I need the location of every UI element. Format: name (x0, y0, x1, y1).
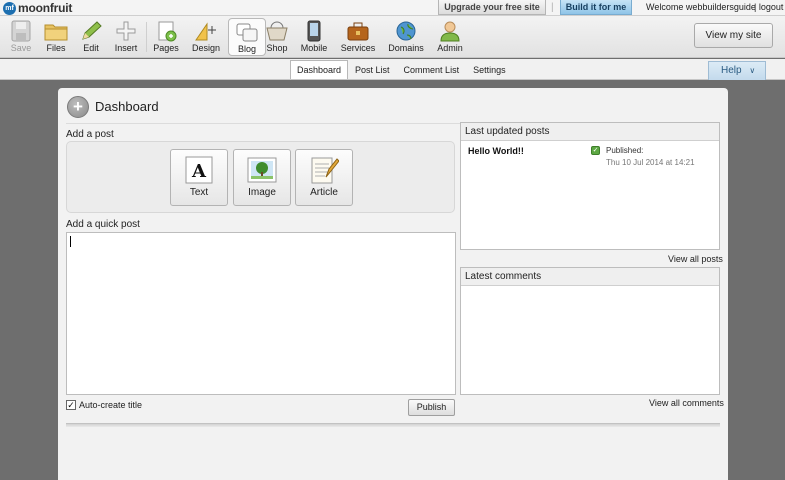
build-it-for-me-button[interactable]: Build it for me (560, 0, 632, 15)
page-title: Dashboard (95, 99, 159, 114)
services-label: Services (340, 43, 376, 53)
last-updated-posts-header: Last updated posts (461, 123, 719, 141)
text-post-label: Text (189, 187, 209, 198)
tab-dashboard[interactable]: Dashboard (290, 60, 349, 79)
pages-label: Pages (153, 43, 179, 53)
quick-post-heading: Add a quick post (66, 219, 140, 230)
moonfruit-logo[interactable]: mf moonfruit (3, 1, 72, 15)
edit-label: Edit (83, 43, 99, 53)
text-document-icon: A (185, 156, 213, 184)
pages-icon (158, 21, 177, 42)
last-updated-posts-box: Last updated posts Hello World!! ✓ Publi… (460, 122, 720, 250)
insert-label: Insert (114, 43, 138, 53)
image-icon (247, 157, 277, 183)
toolbox-icon (347, 22, 369, 41)
quick-post-textarea[interactable] (66, 232, 456, 395)
mobile-label: Mobile (300, 43, 328, 53)
add-image-post-button[interactable]: Image (233, 149, 291, 206)
view-my-site-button[interactable]: View my site (694, 23, 773, 48)
logo-text: moonfruit (18, 1, 73, 15)
view-all-comments-link[interactable]: View all comments (649, 398, 724, 408)
chevron-down-icon: ∨ (749, 66, 756, 75)
plus-icon (116, 21, 136, 41)
logout-link[interactable]: | logout (754, 2, 783, 12)
view-all-posts-link[interactable]: View all posts (668, 254, 723, 264)
pages-button[interactable]: Pages (147, 18, 185, 56)
latest-comments-header: Latest comments (461, 268, 719, 286)
image-post-label: Image (248, 187, 276, 198)
folder-icon (44, 24, 68, 41)
shop-button[interactable]: Shop (258, 18, 296, 56)
published-date: Thu 10 Jul 2014 at 14:21 (606, 158, 695, 167)
publish-button[interactable]: Publish (408, 399, 455, 416)
tab-comment-list[interactable]: Comment List (397, 60, 467, 79)
shop-basket-icon (266, 21, 288, 41)
add-text-post-button[interactable]: A Text (170, 149, 228, 206)
add-post-box: A Text Image Article (66, 141, 455, 213)
article-post-label: Article (310, 187, 338, 198)
help-button[interactable]: Help ∨ (708, 61, 766, 80)
save-icon (11, 20, 31, 42)
admin-label: Admin (437, 43, 463, 53)
mobile-phone-icon (307, 20, 321, 42)
shop-label: Shop (266, 43, 288, 53)
topbar-separator: | (551, 2, 554, 13)
mobile-button[interactable]: Mobile (295, 18, 333, 56)
edit-button[interactable]: Edit (72, 18, 110, 56)
save-button[interactable]: Save (2, 18, 40, 56)
latest-comments-box: Latest comments (460, 267, 720, 395)
blog-icon (236, 23, 258, 42)
save-label: Save (10, 43, 32, 53)
domains-button[interactable]: Domains (387, 18, 425, 56)
published-check-icon: ✓ (591, 146, 600, 155)
auto-create-title-label: Auto-create title (79, 400, 143, 410)
design-button[interactable]: Design (187, 18, 225, 56)
pencil-icon (82, 21, 102, 40)
logo-mark-icon: mf (3, 1, 16, 15)
blog-tabs: Dashboard Post List Comment List Setting… (290, 60, 513, 79)
tab-post-list[interactable]: Post List (348, 60, 397, 79)
add-post-heading: Add a post (66, 129, 114, 140)
add-article-post-button[interactable]: Article (295, 149, 353, 206)
top-bar: mf moonfruit Upgrade your free site | Bu… (0, 0, 785, 16)
article-icon (311, 157, 339, 184)
auto-create-title-row[interactable]: ✓ Auto-create title (66, 400, 142, 410)
admin-button[interactable]: Admin (431, 18, 469, 56)
files-label: Files (46, 43, 66, 53)
files-button[interactable]: Files (37, 18, 75, 56)
services-button[interactable]: Services (339, 18, 377, 56)
dashboard-panel: + Dashboard Add a post A Text Image Arti… (58, 88, 728, 480)
post-title-link[interactable]: Hello World!! (468, 146, 524, 156)
insert-button[interactable]: Insert (107, 18, 145, 56)
text-caret (70, 236, 71, 247)
tab-settings[interactable]: Settings (466, 60, 513, 79)
design-label: Design (191, 43, 220, 53)
help-label: Help (721, 65, 742, 76)
domains-label: Domains (388, 43, 424, 53)
blog-subnav: Dashboard Post List Comment List Setting… (0, 59, 785, 80)
main-toolbar: Save Files Edit Insert Pages Design Blog… (0, 16, 785, 58)
auto-create-title-checkbox[interactable]: ✓ (66, 400, 76, 410)
welcome-text: Welcome webbuildersguide (646, 2, 756, 12)
svg-text:A: A (191, 161, 207, 182)
upgrade-button[interactable]: Upgrade your free site (438, 0, 546, 15)
panel-footer-bar (66, 423, 720, 427)
user-icon (440, 21, 460, 42)
design-icon (195, 22, 216, 41)
globe-icon (396, 21, 416, 41)
published-status: Published: (606, 146, 644, 155)
add-circle-icon[interactable]: + (67, 96, 89, 118)
